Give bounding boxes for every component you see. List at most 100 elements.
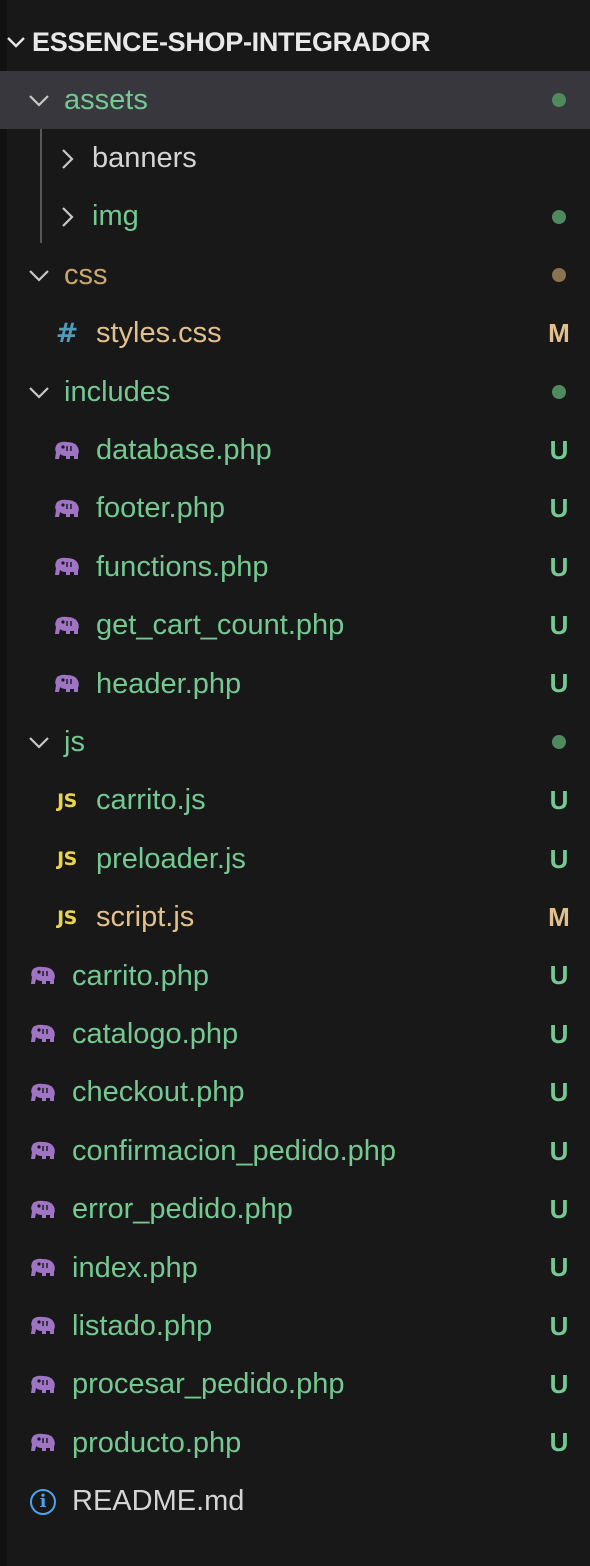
folder-item-banners[interactable]: banners — [0, 129, 590, 187]
git-status-badge: U — [549, 1077, 569, 1108]
git-status-dot — [544, 71, 574, 129]
chevron-down-icon[interactable] — [0, 13, 32, 71]
folder-item-img[interactable]: img — [0, 188, 590, 246]
php-elephant-icon — [26, 961, 60, 991]
file-tree: assets banners img css # styles.css Mincludes d… — [0, 71, 590, 1531]
php-elephant-icon — [26, 1136, 60, 1166]
folder-item-includes[interactable]: includes — [0, 363, 590, 421]
file-item-carrito-js[interactable]: JS carrito.js U — [0, 772, 590, 830]
php-elephant-icon — [26, 1370, 60, 1400]
file-item-header-php[interactable]: header.php U — [0, 655, 590, 713]
info-icon: i — [26, 1487, 60, 1517]
chevron-down-icon[interactable] — [26, 729, 52, 755]
tree-item-label: assets — [64, 83, 148, 116]
file-explorer: ESSENCE-SHOP-INTEGRADOR assets banners img… — [0, 0, 590, 1566]
git-status-badge: U — [549, 551, 569, 582]
folder-item-js[interactable]: js — [0, 713, 590, 771]
tree-item-label: styles.css — [96, 317, 222, 350]
file-item-confirmacion-pedido-php[interactable]: confirmacion_pedido.php U — [0, 1122, 590, 1180]
tree-item-label: img — [92, 200, 139, 233]
git-status-badge: U — [549, 1135, 569, 1166]
js-icon: JS — [57, 789, 77, 812]
tree-item-label: catalogo.php — [72, 1017, 239, 1050]
file-item-footer-php[interactable]: footer.php U — [0, 480, 590, 538]
tree-item-label: checkout.php — [72, 1076, 245, 1109]
git-status-dot — [544, 363, 574, 421]
file-item-readme-md[interactable]: i README.md — [0, 1472, 590, 1530]
php-elephant-icon — [50, 611, 84, 641]
php-elephant-icon — [50, 552, 84, 582]
hash-icon: # — [55, 318, 79, 350]
php-elephant-icon — [26, 1311, 60, 1341]
git-status-dot — [544, 246, 574, 304]
file-item-preloader-js[interactable]: JS preloader.js U — [0, 830, 590, 888]
status-dot-icon — [552, 268, 566, 283]
git-status-badge: U — [549, 1310, 569, 1341]
file-item-carrito-php[interactable]: carrito.php U — [0, 947, 590, 1005]
tree-item-label: preloader.js — [96, 842, 246, 875]
git-status-badge: U — [549, 1369, 569, 1400]
git-status-badge: U — [549, 493, 569, 524]
file-item-styles-css[interactable]: # styles.css M — [0, 305, 590, 363]
tree-item-label: footer.php — [96, 492, 225, 525]
chevron-right-icon[interactable] — [54, 204, 80, 230]
git-status-badge: U — [549, 668, 569, 699]
tree-item-label: header.php — [96, 667, 242, 700]
js-icon: JS — [57, 906, 77, 929]
tree-item-label: index.php — [72, 1251, 198, 1284]
php-elephant-icon — [50, 669, 84, 699]
file-item-index-php[interactable]: index.php U — [0, 1239, 590, 1297]
php-elephant-icon — [26, 1019, 60, 1049]
tree-item-label: procesar_pedido.php — [72, 1368, 345, 1401]
file-item-listado-php[interactable]: listado.php U — [0, 1297, 590, 1355]
tree-item-label: carrito.js — [96, 784, 206, 817]
git-status-dot — [544, 713, 574, 771]
status-dot-icon — [552, 93, 566, 107]
chevron-right-icon[interactable] — [54, 146, 80, 172]
tree-item-label: includes — [64, 375, 171, 408]
git-status-badge: U — [549, 1018, 569, 1049]
file-item-procesar-pedido-php[interactable]: procesar_pedido.php U — [0, 1356, 590, 1414]
tree-item-label: README.md — [72, 1485, 245, 1518]
file-item-error-pedido-php[interactable]: error_pedido.php U — [0, 1180, 590, 1238]
tree-item-label: error_pedido.php — [72, 1193, 293, 1226]
php-elephant-icon — [26, 1078, 60, 1108]
file-item-script-js[interactable]: JS script.js M — [0, 888, 590, 946]
git-status-badge: U — [549, 1252, 569, 1283]
git-status-badge: U — [549, 960, 569, 991]
status-dot-icon — [552, 384, 566, 399]
js-icon: JS — [57, 848, 77, 871]
php-elephant-icon — [26, 1253, 60, 1283]
php-elephant-icon — [50, 494, 84, 524]
tree-item-label: producto.php — [72, 1426, 242, 1459]
chevron-down-icon[interactable] — [26, 87, 52, 113]
git-status-badge: M — [548, 901, 570, 932]
git-status-dot — [544, 188, 574, 246]
chevron-down-icon[interactable] — [26, 262, 52, 288]
chevron-down-icon[interactable] — [26, 379, 52, 405]
file-item-functions-php[interactable]: functions.php U — [0, 538, 590, 596]
tree-item-label: functions.php — [96, 550, 269, 583]
tree-item-label: confirmacion_pedido.php — [72, 1134, 397, 1167]
php-elephant-icon — [50, 436, 84, 466]
file-item-get-cart-count-php[interactable]: get_cart_count.php U — [0, 597, 590, 655]
folder-item-css[interactable]: css — [0, 246, 590, 304]
file-item-database-php[interactable]: database.php U — [0, 421, 590, 479]
status-dot-icon — [552, 209, 566, 224]
file-item-checkout-php[interactable]: checkout.php U — [0, 1064, 590, 1122]
file-item-catalogo-php[interactable]: catalogo.php U — [0, 1005, 590, 1063]
git-status-badge: U — [549, 610, 569, 641]
tree-item-label: carrito.php — [72, 959, 210, 992]
explorer-root-folder[interactable]: ESSENCE-SHOP-INTEGRADOR — [0, 13, 590, 71]
file-item-producto-php[interactable]: producto.php U — [0, 1414, 590, 1472]
tree-item-label: database.php — [96, 434, 272, 467]
status-dot-icon — [552, 735, 566, 750]
git-status-badge: U — [549, 1427, 569, 1458]
git-status-badge: U — [549, 843, 569, 874]
folder-item-assets[interactable]: assets — [0, 71, 590, 130]
tree-item-label: script.js — [96, 901, 195, 934]
git-status-badge: M — [548, 318, 570, 349]
git-status-badge: U — [549, 434, 569, 465]
tree-item-label: listado.php — [72, 1309, 213, 1342]
tree-item-label: get_cart_count.php — [96, 609, 345, 642]
